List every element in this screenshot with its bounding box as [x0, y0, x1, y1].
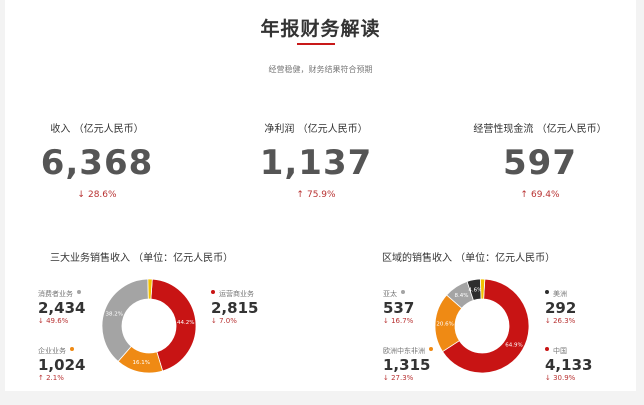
legend-name: 亚太 [383, 290, 397, 298]
kpi-change: ↑ 75.9% [236, 190, 396, 200]
page-subtitle: 经营稳健，财务结果符合预期 [268, 65, 373, 74]
legend-dot-icon [401, 289, 405, 294]
business-chart-title: 三大业务销售收入 （单位：亿元人民币） [50, 253, 234, 264]
legend-dot-icon [429, 346, 433, 351]
legend-dot-icon [545, 346, 549, 351]
kpi-label: 收入 （亿元人民币） [50, 124, 144, 135]
legend-name: 欧洲中东非洲 [383, 347, 425, 355]
legend-china: 中国 4,133 ↓ 30.9% [545, 338, 592, 382]
kpi-change-value: 28.6% [87, 190, 117, 200]
legend-enterprise: 企业业务 1,024 ↑ 2.1% [38, 338, 85, 382]
legend-value: 1,024 [38, 356, 86, 374]
donut-slice-label: 38.2% [105, 311, 122, 317]
donut-slice-2 [101, 278, 149, 362]
legend-value: 537 [383, 299, 415, 317]
legend-change: ↓ 26.3% [545, 317, 576, 325]
donut-slice-label: 20.6% [436, 321, 453, 327]
page-title: 年报财务解读 [260, 18, 381, 40]
legend-name: 中国 [553, 347, 567, 355]
region-donut-chart: 64.9%20.6%8.4%4.6% [434, 278, 530, 374]
legend-value: 4,133 [545, 356, 593, 374]
legend-americas: 美洲 292 ↓ 26.3% [545, 281, 576, 325]
legend-name: 美洲 [553, 290, 567, 298]
kpi-value: 6,368 [40, 143, 154, 183]
region-chart-title: 区域的销售收入 （单位：亿元人民币） [382, 253, 556, 264]
legend-change: ↓ 49.6% [38, 317, 69, 325]
business-donut-chart: 44.2% 16.1% 38.2% [101, 278, 197, 374]
kpi-label: 净利润 （亿元人民币） [264, 124, 368, 135]
title-underline [297, 43, 335, 45]
legend-name: 企业业务 [38, 347, 66, 355]
legend-change: ↓ 16.7% [383, 317, 414, 325]
legend-value: 292 [545, 299, 577, 317]
kpi-change-value: 69.4% [530, 190, 560, 200]
arrow-up-icon: ↑ [296, 190, 304, 200]
legend-change: ↓ 27.3% [383, 374, 414, 382]
donut-slice-label: 16.1% [132, 360, 149, 366]
kpi-change: ↑ 69.4% [453, 190, 627, 200]
donut-slice-4 [479, 278, 486, 300]
legend-dot-icon [211, 289, 215, 294]
kpi-value: 597 [503, 143, 577, 183]
kpi-net-profit: 净利润 （亿元人民币） 1,137 ↑ 75.9% [236, 120, 396, 200]
legend-dot-icon [545, 289, 549, 294]
arrow-down-icon: ↓ [77, 190, 85, 200]
legend-value: 2,434 [38, 299, 86, 317]
legend-dot-icon [70, 346, 74, 351]
donut-slice-label: 64.9% [505, 343, 522, 349]
donut-slice-label: 8.4% [455, 293, 469, 299]
arrow-up-icon: ↑ [520, 190, 528, 200]
legend-change: ↓ 7.0% [211, 317, 237, 325]
legend-name: 运营商业务 [219, 290, 254, 298]
legend-value: 2,815 [211, 299, 259, 317]
donut-slice-label: 44.2% [177, 320, 194, 326]
legend-consumer: 消费者业务 2,434 ↓ 49.6% [38, 281, 85, 325]
legend-dot-icon [77, 289, 81, 294]
legend-apac: 亚太 537 ↓ 16.7% [383, 281, 414, 325]
kpi-value: 1,137 [259, 143, 373, 183]
legend-carrier: 运营商业务 2,815 ↓ 7.0% [211, 281, 258, 325]
kpi-change-value: 75.9% [306, 190, 336, 200]
legend-name: 消费者业务 [38, 290, 73, 298]
kpi-change: ↓ 28.6% [17, 190, 177, 200]
report-card: 年报财务解读 经营稳健，财务结果符合预期 收入 （亿元人民币） 6,368 ↓ 2… [5, 0, 636, 391]
legend-emea: 欧洲中东非洲 1,315 ↓ 27.3% [383, 338, 433, 382]
legend-change: ↓ 30.9% [545, 374, 576, 382]
legend-change: ↑ 2.1% [38, 374, 64, 382]
legend-value: 1,315 [383, 356, 431, 374]
kpi-label: 经营性现金流 （亿元人民币） [473, 124, 607, 135]
kpi-revenue: 收入 （亿元人民币） 6,368 ↓ 28.6% [17, 120, 177, 200]
kpi-operating-cashflow: 经营性现金流 （亿元人民币） 597 ↑ 69.4% [453, 120, 627, 200]
